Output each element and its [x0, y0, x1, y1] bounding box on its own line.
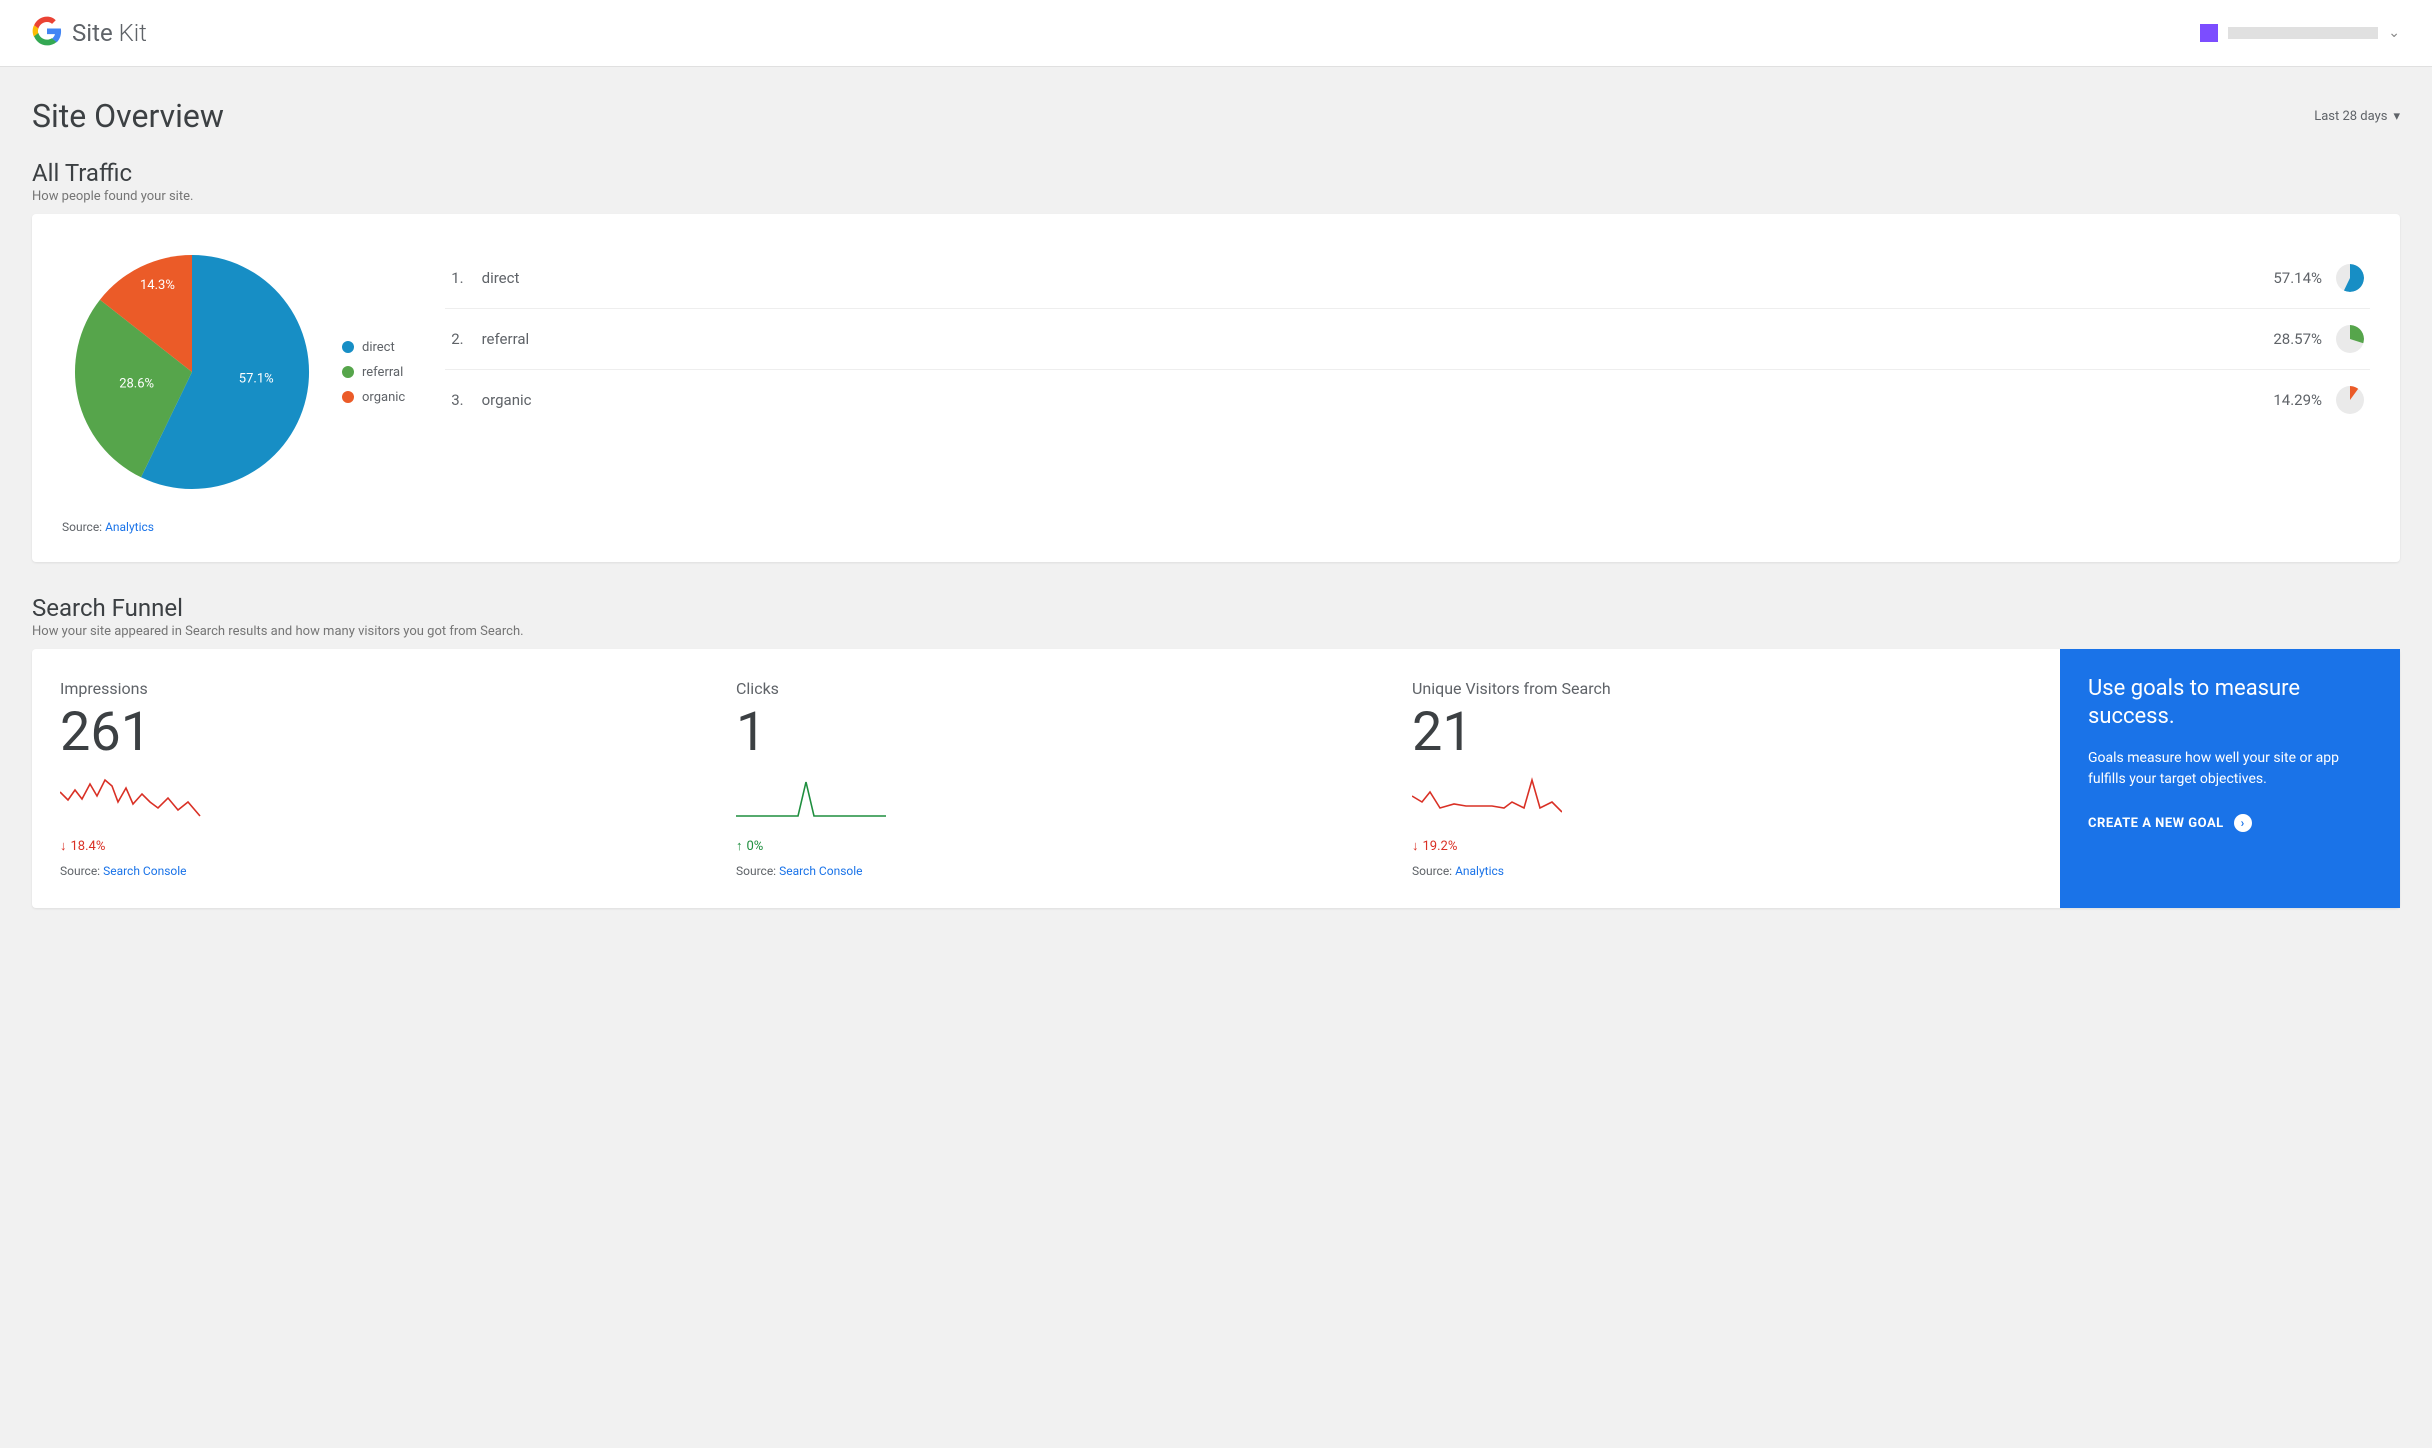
all-traffic-card: 57.1% 28.6% 14.3% direct referral	[32, 214, 2400, 562]
arrow-right-circle-icon: ›	[2234, 814, 2252, 832]
traffic-row-organic[interactable]: 3. organic 14.29%	[445, 370, 2370, 430]
traffic-legend: direct referral organic	[342, 340, 405, 405]
brand: Site Kit	[32, 16, 147, 50]
google-g-icon	[32, 16, 62, 50]
delta-value: 19.2%	[1423, 839, 1458, 854]
traffic-row-referral[interactable]: 2. referral 28.57%	[445, 309, 2370, 370]
mini-pie-icon	[2336, 264, 2364, 292]
metric-source: Source: Search Console	[60, 864, 680, 878]
brand-kit: Kit	[119, 19, 147, 47]
search-funnel-subtitle: How your site appeared in Search results…	[32, 624, 2400, 639]
traffic-pie-wrap: 57.1% 28.6% 14.3% direct referral	[62, 242, 405, 502]
traffic-row-direct[interactable]: 1. direct 57.14%	[445, 248, 2370, 309]
legend-label: referral	[362, 365, 403, 380]
metric-source: Source: Analytics	[1412, 864, 2032, 878]
metric-delta: ↑ 0%	[736, 838, 1356, 854]
arrow-up-icon: ↑	[736, 838, 743, 854]
goals-cta-label: CREATE A NEW GOAL	[2088, 816, 2224, 831]
row-index: 1.	[451, 269, 463, 287]
topbar: Site Kit ⌄	[0, 0, 2432, 67]
user-avatar	[2200, 24, 2218, 42]
sparkline-unique-visitors	[1412, 772, 1562, 820]
metric-delta: ↓ 19.2%	[1412, 838, 2032, 854]
metric-title: Clicks	[736, 679, 1356, 698]
metric-title: Unique Visitors from Search	[1412, 679, 2032, 698]
row-index: 2.	[451, 330, 463, 348]
metric-impressions: Impressions 261 ↓ 18.4% Source: Search C…	[32, 669, 708, 888]
all-traffic-title: All Traffic	[32, 159, 2400, 187]
traffic-pie-chart: 57.1% 28.6% 14.3%	[62, 242, 322, 502]
metric-delta: ↓ 18.4%	[60, 838, 680, 854]
row-label: direct	[482, 269, 520, 287]
user-menu[interactable]: ⌄	[2200, 24, 2400, 42]
pie-label-organic: 14.3%	[140, 278, 175, 293]
legend-referral: referral	[342, 365, 405, 380]
metric-unique-visitors: Unique Visitors from Search 21 ↓ 19.2% S…	[1384, 669, 2060, 888]
goals-panel: Use goals to measure success. Goals meas…	[2060, 649, 2400, 908]
goals-title: Use goals to measure success.	[2088, 675, 2372, 730]
row-pct: 57.14%	[2273, 269, 2322, 287]
metric-title: Impressions	[60, 679, 680, 698]
traffic-rows: 1. direct 57.14% 2. referral	[445, 242, 2370, 502]
page-body: Site Overview Last 28 days ▾ All Traffic…	[0, 67, 2432, 980]
search-funnel-card: Impressions 261 ↓ 18.4% Source: Search C…	[32, 649, 2400, 908]
row-label: organic	[482, 391, 532, 409]
source-link[interactable]: Search Console	[103, 864, 186, 878]
legend-direct: direct	[342, 340, 405, 355]
create-goal-button[interactable]: CREATE A NEW GOAL ›	[2088, 814, 2372, 832]
user-name-redacted	[2228, 27, 2378, 39]
row-pct: 28.57%	[2273, 330, 2322, 348]
source-label: Source:	[60, 864, 103, 878]
traffic-source: Source: Analytics	[62, 520, 2370, 534]
pie-label-referral: 28.6%	[119, 377, 154, 392]
goals-body: Goals measure how well your site or app …	[2088, 748, 2372, 790]
source-label: Source:	[736, 864, 779, 878]
swatch-blue	[342, 341, 354, 353]
swatch-green	[342, 366, 354, 378]
source-label: Source:	[62, 520, 105, 534]
pie-label-direct: 57.1%	[239, 371, 274, 386]
dropdown-caret-icon: ▾	[2393, 109, 2400, 124]
delta-value: 0%	[747, 839, 764, 854]
metric-value: 261	[60, 706, 680, 760]
date-range-select[interactable]: Last 28 days ▾	[2314, 109, 2400, 124]
legend-label: organic	[362, 390, 405, 405]
source-link[interactable]: Analytics	[1455, 864, 1504, 878]
source-link[interactable]: Search Console	[779, 864, 862, 878]
search-funnel-title: Search Funnel	[32, 594, 2400, 622]
sparkline-clicks	[736, 772, 886, 820]
row-pct: 14.29%	[2273, 391, 2322, 409]
arrow-down-icon: ↓	[60, 838, 67, 854]
metric-value: 1	[736, 706, 1356, 760]
date-range-label: Last 28 days	[2314, 109, 2387, 124]
brand-site: Site	[72, 19, 113, 47]
metric-value: 21	[1412, 706, 2032, 760]
legend-label: direct	[362, 340, 395, 355]
mini-pie-icon	[2336, 325, 2364, 353]
legend-organic: organic	[342, 390, 405, 405]
metric-source: Source: Search Console	[736, 864, 1356, 878]
swatch-orange	[342, 391, 354, 403]
row-label: referral	[482, 330, 530, 348]
all-traffic-header: All Traffic How people found your site.	[32, 159, 2400, 204]
arrow-down-icon: ↓	[1412, 838, 1419, 854]
all-traffic-subtitle: How people found your site.	[32, 189, 2400, 204]
metric-clicks: Clicks 1 ↑ 0% Source: Search Console	[708, 669, 1384, 888]
source-link[interactable]: Analytics	[105, 520, 154, 534]
page-header: Site Overview Last 28 days ▾	[32, 97, 2400, 135]
search-funnel-header: Search Funnel How your site appeared in …	[32, 594, 2400, 639]
source-label: Source:	[1412, 864, 1455, 878]
sparkline-impressions	[60, 772, 210, 820]
page-title: Site Overview	[32, 97, 224, 135]
brand-text: Site Kit	[72, 19, 147, 47]
mini-pie-icon	[2336, 386, 2364, 414]
chevron-down-icon: ⌄	[2388, 25, 2400, 41]
row-index: 3.	[451, 391, 463, 409]
delta-value: 18.4%	[71, 839, 106, 854]
